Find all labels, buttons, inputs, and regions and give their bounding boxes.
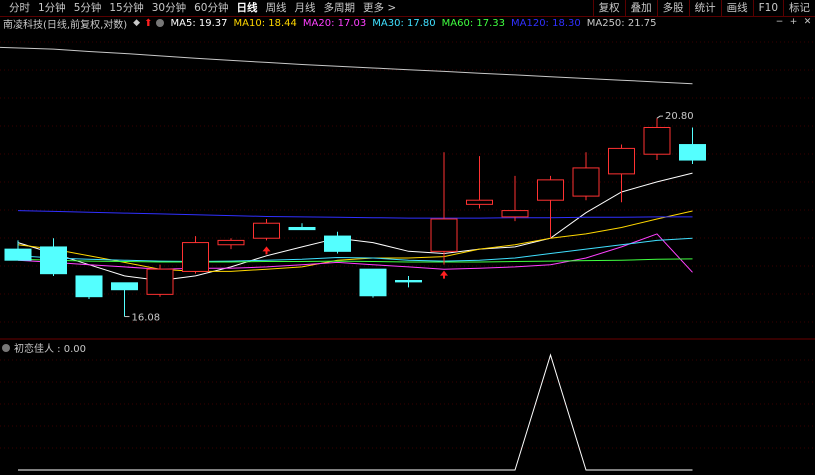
candle-body [146,268,174,295]
ma-line-ma10 [17,210,693,272]
candle-body [643,126,671,155]
candle-body [537,179,564,201]
candle-body [217,239,245,246]
ma-line-ma250 [0,46,693,85]
candle-body [324,235,351,252]
candle-body [288,226,316,231]
candle-body [501,210,529,218]
candle-body [466,199,493,205]
ma-line-ma120 [17,210,693,219]
candle-body [75,275,103,298]
buy-signal-icon [440,270,448,279]
candle-body [359,268,387,297]
indicator-settings-icon[interactable] [2,343,10,352]
indicator-line [18,353,693,471]
buy-signal-icon [262,246,271,255]
low-price-label: 16.08 [132,313,161,324]
candle-body [182,242,209,272]
indicator-title: 初恋佳人 : 0.00 [2,340,86,355]
candle-body [608,147,635,175]
kline-chart[interactable]: 20.80 16.08 [0,0,815,475]
candle-body [395,280,422,283]
candle-body [572,167,600,197]
ma-line-ma30 [17,237,693,263]
indicator-value: 初恋佳人 : 0.00 [14,344,86,355]
candle-body [111,282,138,291]
candle-body [430,218,458,252]
candle-body [679,144,706,161]
ma-line-ma20 [17,233,693,273]
candle-body [4,248,32,261]
high-price-label: 20.80 [665,111,694,122]
candle-body [253,222,280,239]
high-marker [656,115,663,119]
candle-body [40,246,67,275]
